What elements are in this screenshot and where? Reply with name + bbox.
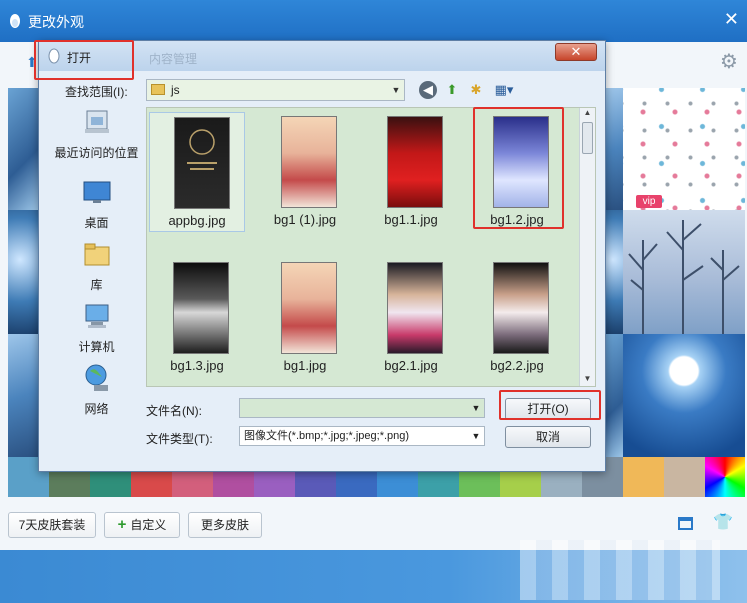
place-recent-label: 最近访问的位置 bbox=[54, 146, 139, 160]
skin-shirt-icon[interactable]: 👕 bbox=[713, 514, 733, 532]
plus-icon: + bbox=[117, 516, 127, 533]
place-libraries-label: 库 bbox=[90, 278, 103, 292]
look-in-dropdown[interactable]: js ▼ bbox=[146, 79, 405, 101]
file-item[interactable]: bg2.1.jpg bbox=[363, 258, 459, 378]
look-in-label: 查找范围(I): bbox=[65, 85, 128, 99]
dialog-title: 打开 bbox=[67, 51, 92, 65]
skin-tile-dots[interactable] bbox=[623, 88, 745, 210]
file-list-scrollbar[interactable]: ▲ ▼ bbox=[579, 108, 595, 386]
seven-day-skin-button[interactable]: 7天皮肤套装 bbox=[8, 512, 96, 538]
file-item[interactable]: bg1.3.jpg bbox=[149, 258, 245, 378]
desktop-watermark bbox=[520, 540, 720, 600]
file-name: bg2.1.jpg bbox=[384, 358, 438, 373]
chevron-down-icon: ▼ bbox=[471, 431, 481, 441]
dialog-close-button[interactable]: ✕ bbox=[555, 43, 597, 61]
folder-icon bbox=[151, 84, 165, 95]
background-tab-label: 内容管理 bbox=[149, 52, 198, 66]
skin-tile[interactable] bbox=[8, 334, 38, 457]
filetype-label: 文件类型(T): bbox=[146, 432, 213, 446]
file-thumbnail bbox=[173, 262, 229, 354]
vip-badge: vip bbox=[636, 195, 662, 208]
place-network[interactable]: 网络 bbox=[49, 363, 144, 423]
qq-penguin-icon bbox=[10, 14, 20, 28]
dialog-titlebar: 打开 内容管理 ✕ bbox=[39, 41, 605, 71]
skin-tile[interactable] bbox=[606, 88, 623, 210]
file-thumbnail bbox=[174, 117, 230, 209]
skin-tile-trees[interactable] bbox=[623, 210, 745, 334]
skin-window-close-button[interactable]: ✕ bbox=[724, 10, 739, 28]
library-icon bbox=[84, 243, 109, 266]
up-folder-icon[interactable]: ⬆ bbox=[443, 81, 461, 99]
custom-skin-button[interactable]: + 自定义 bbox=[104, 512, 180, 538]
back-arrow-icon[interactable]: ⬆ bbox=[26, 54, 38, 70]
view-menu-icon[interactable]: ▦▾ bbox=[491, 81, 517, 99]
skin-tile[interactable] bbox=[606, 210, 623, 334]
scroll-down-icon[interactable]: ▼ bbox=[580, 374, 595, 386]
color-swatch-tan[interactable] bbox=[664, 457, 705, 497]
place-desktop[interactable]: 桌面 bbox=[49, 177, 144, 237]
skin-tile[interactable] bbox=[8, 88, 38, 210]
file-item[interactable]: bg1.jpg bbox=[257, 258, 353, 378]
qq-penguin-icon bbox=[48, 48, 60, 64]
filename-input[interactable] bbox=[240, 399, 468, 417]
skin-tile[interactable] bbox=[606, 334, 623, 457]
gear-icon[interactable]: ⚙ bbox=[719, 52, 739, 72]
open-button[interactable]: 打开(O) bbox=[505, 398, 591, 420]
file-name: appbg.jpg bbox=[168, 213, 226, 228]
cancel-button[interactable]: 取消 bbox=[505, 426, 591, 448]
back-icon[interactable]: ◀ bbox=[419, 81, 437, 99]
filename-label: 文件名(N): bbox=[146, 404, 202, 418]
place-computer[interactable]: 计算机 bbox=[49, 301, 144, 361]
scroll-up-icon[interactable]: ▲ bbox=[580, 108, 595, 120]
file-name: bg1.1.jpg bbox=[384, 212, 438, 227]
vs-logo-thumbnail bbox=[187, 129, 217, 170]
trees-illustration bbox=[628, 220, 740, 334]
chevron-down-icon: ▼ bbox=[391, 85, 401, 95]
file-name: bg1.3.jpg bbox=[170, 358, 224, 373]
filetype-select[interactable]: 图像文件(*.bmp;*.jpg;*.jpeg;*.png) ▼ bbox=[239, 426, 485, 446]
network-globe-icon bbox=[85, 364, 108, 391]
file-item[interactable]: bg1.1.jpg bbox=[363, 112, 459, 232]
skin-window-titlebar: 更改外观 ✕ bbox=[0, 0, 747, 42]
open-file-dialog: 打开 内容管理 ✕ 查找范围(I): js ▼ ◀ ⬆ ✱ ▦▾ 最近访问的位置… bbox=[38, 40, 606, 472]
file-thumbnail bbox=[387, 262, 443, 354]
skin-tile-moon[interactable] bbox=[623, 334, 745, 457]
place-desktop-label: 桌面 bbox=[84, 216, 109, 230]
look-in-value: js bbox=[171, 83, 180, 97]
color-swatch-custom[interactable] bbox=[705, 457, 745, 497]
filetype-value: 图像文件(*.bmp;*.jpg;*.jpeg;*.png) bbox=[244, 430, 410, 442]
filename-combobox[interactable]: ▼ bbox=[239, 398, 485, 418]
place-computer-label: 计算机 bbox=[78, 340, 115, 354]
file-name: bg1 (1).jpg bbox=[273, 212, 337, 227]
file-name: bg1.2.jpg bbox=[490, 212, 544, 227]
file-thumbnail bbox=[281, 262, 337, 354]
chevron-down-icon[interactable]: ▼ bbox=[468, 399, 484, 417]
file-item[interactable]: bg1 (1).jpg bbox=[257, 112, 353, 232]
file-list: appbg.jpg bg1 (1).jpg bg1.1.jpg bg1.2.jp… bbox=[146, 107, 596, 387]
custom-skin-label: 自定义 bbox=[130, 518, 167, 532]
skin-tile[interactable] bbox=[8, 210, 38, 334]
file-name: bg2.2.jpg bbox=[490, 358, 544, 373]
more-skins-button[interactable]: 更多皮肤 bbox=[188, 512, 262, 538]
computer-icon bbox=[85, 304, 108, 328]
file-item[interactable]: bg1.2.jpg bbox=[469, 112, 565, 232]
file-name: bg1.jpg bbox=[283, 358, 327, 373]
color-swatch-orange[interactable] bbox=[623, 457, 664, 497]
file-thumbnail bbox=[387, 116, 443, 208]
file-thumbnail bbox=[493, 116, 549, 208]
new-folder-icon[interactable]: ✱ bbox=[467, 81, 485, 99]
place-libraries[interactable]: 库 bbox=[49, 239, 144, 299]
file-item[interactable]: appbg.jpg bbox=[149, 112, 245, 232]
file-item[interactable]: bg2.2.jpg bbox=[469, 258, 565, 378]
place-network-label: 网络 bbox=[84, 402, 109, 416]
file-thumbnail bbox=[493, 262, 549, 354]
window-mode-icon[interactable] bbox=[678, 517, 693, 530]
desktop-icon bbox=[83, 181, 110, 203]
places-bar: 最近访问的位置 桌面 库 计算机 网络 bbox=[49, 107, 144, 417]
file-thumbnail bbox=[281, 116, 337, 208]
recent-places-icon bbox=[84, 110, 109, 133]
scroll-thumb[interactable] bbox=[582, 122, 593, 154]
skin-window-title: 更改外观 bbox=[28, 14, 84, 30]
place-recent[interactable]: 最近访问的位置 bbox=[49, 107, 144, 167]
